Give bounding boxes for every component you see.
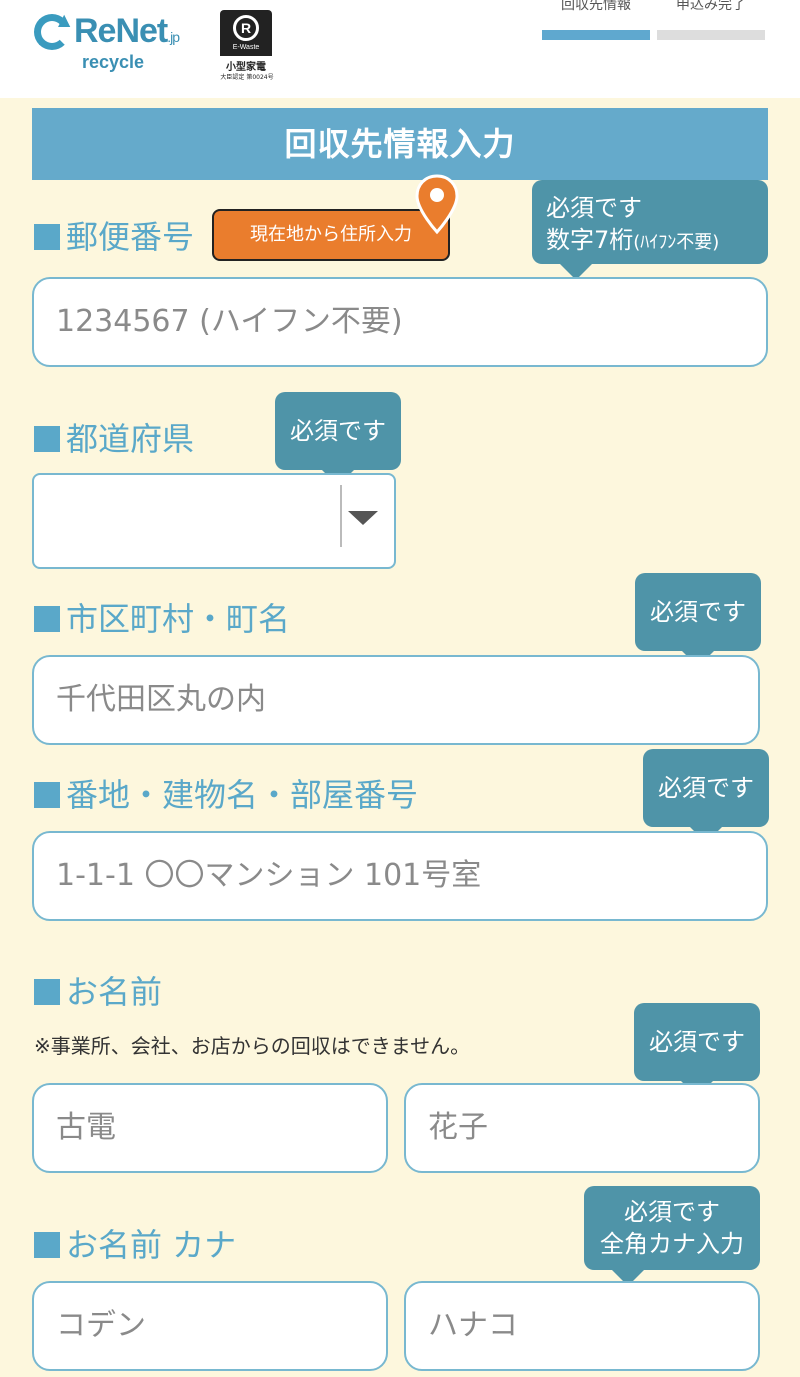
postal-code-input[interactable]: 1234567 (ハイフン不要) [32,277,768,367]
first-name-input[interactable]: 花子 [404,1083,760,1173]
last-name-input[interactable]: 古電 [32,1083,388,1173]
prefecture-select[interactable] [32,473,396,569]
last-name-kana-input[interactable]: コデン [32,1281,388,1371]
square-bullet-icon [34,782,60,808]
postal-required-tooltip: 必須です 数字7桁(ﾊｲﾌﾝ不要) [532,180,768,280]
e-waste-certification: R E-Waste 小型家電 大臣認定 第0024号 [218,10,276,82]
step-1-label: 回収先情報 [561,0,631,13]
map-pin-icon[interactable] [414,174,460,236]
first-name-kana-input[interactable]: ハナコ [404,1281,760,1371]
refresh-arrow-icon: ▲ [58,10,71,29]
square-bullet-icon [34,1232,60,1258]
square-bullet-icon [34,606,60,632]
square-bullet-icon [34,224,60,250]
section-title: 回収先情報入力 [32,108,768,180]
renet-logo[interactable]: ▲ ReNet.jp recycle [34,10,194,80]
city-required-tooltip: 必須です [635,573,761,667]
name-note: ※事業所、会社、お店からの回収はできません。 [34,1034,471,1058]
chevron-down-icon[interactable] [348,511,378,525]
e-waste-badge: R E-Waste [220,10,272,56]
prefecture-label: 都道府県 [34,414,194,460]
e-waste-label: E-Waste [232,44,260,51]
postal-label: 郵便番号 [34,212,194,258]
city-input[interactable]: 千代田区丸の内 [32,655,760,745]
app-header: ▲ ReNet.jp recycle R E-Waste 小型家電 大臣認定 第… [0,0,800,98]
square-bullet-icon [34,979,60,1005]
city-label: 市区町村・町名 [34,594,290,640]
cert-title: 小型家電 [226,62,266,73]
step-2-label: 申込み完了 [676,0,746,13]
brand-name: ReNet.jp [74,12,180,50]
step-2-progress [657,30,765,40]
name-label: お名前 [34,967,162,1013]
address-input[interactable]: 1-1-1 〇〇マンション 101号室 [32,831,768,921]
cert-number: 大臣認定 第0024号 [220,74,274,81]
prefecture-required-tooltip: 必須です [275,392,401,486]
square-bullet-icon [34,426,60,452]
address-required-tooltip: 必須です [643,749,769,843]
name-required-tooltip: 必須です [634,1003,760,1097]
brand-subtitle: recycle [82,52,145,72]
step-1-progress [542,30,650,40]
address-label: 番地・建物名・部屋番号 [34,770,418,816]
kana-required-tooltip: 必須です 全角カナ入力 [584,1186,760,1286]
select-divider [340,485,342,547]
kana-label: お名前 カナ [34,1220,236,1266]
e-waste-r-icon: R [233,15,259,41]
